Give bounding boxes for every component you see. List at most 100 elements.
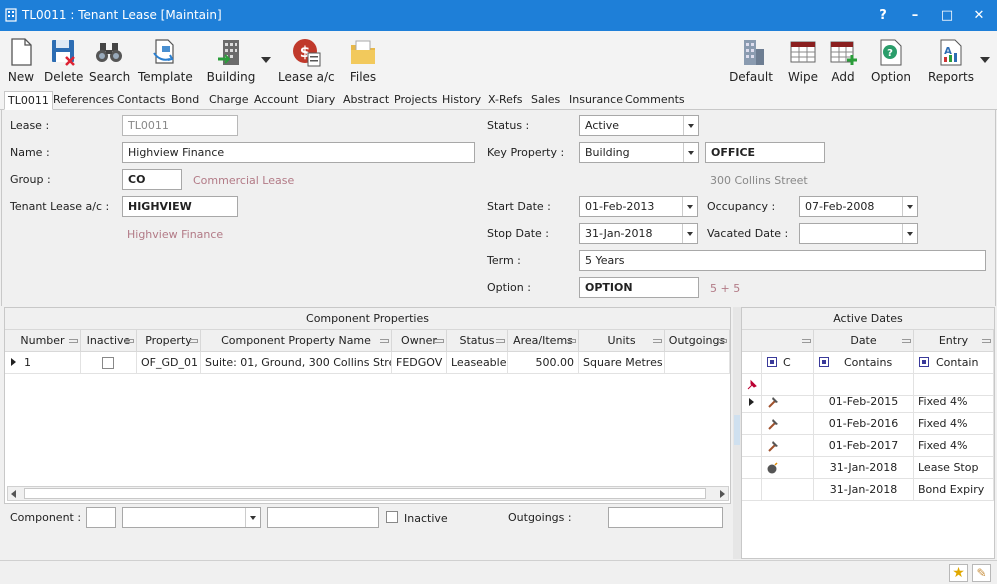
table-row[interactable]: 1 OF_GD_01 Suite: 01, Ground, 300 Collin… <box>5 352 730 374</box>
edit-icon[interactable]: ✎ <box>972 564 991 582</box>
filter-operator-icon[interactable] <box>819 357 829 367</box>
lease-field[interactable]: TL0011 <box>122 115 238 136</box>
panel-splitter[interactable] <box>733 307 741 559</box>
tab-bond[interactable]: Bond <box>168 91 202 110</box>
component-name-field[interactable] <box>267 507 379 528</box>
pin-icon[interactable] <box>496 339 505 343</box>
lease-ac-button[interactable]: $ Lease a/c <box>278 35 335 89</box>
maximize-button[interactable]: □ <box>932 0 962 31</box>
column-units[interactable]: Units <box>579 330 665 352</box>
tab-contacts[interactable]: Contacts <box>114 91 169 110</box>
list-item[interactable]: 01-Feb-2016 Fixed 4% <box>742 413 994 435</box>
status-select[interactable]: Active <box>579 115 699 136</box>
option-button[interactable]: ? Option <box>870 35 912 89</box>
tab-comments[interactable]: Comments <box>622 91 688 110</box>
pin-icon[interactable] <box>982 339 991 343</box>
stop-date-picker[interactable]: 31-Jan-2018 <box>579 223 698 244</box>
column-component-property-name[interactable]: Component Property Name <box>201 330 392 352</box>
vacated-date-picker[interactable] <box>799 223 918 244</box>
delete-button[interactable]: Delete <box>44 35 83 89</box>
chevron-down-icon[interactable] <box>682 197 697 216</box>
reports-dropdown-caret-icon[interactable] <box>980 57 990 63</box>
list-item[interactable]: 31-Jan-2018 Lease Stop <box>742 457 994 479</box>
tab-charge[interactable]: Charge <box>206 91 251 110</box>
tab-insurance[interactable]: Insurance <box>566 91 626 110</box>
tab-sales[interactable]: Sales <box>528 91 563 110</box>
pin-icon[interactable] <box>69 339 78 343</box>
component-number-field[interactable] <box>86 507 116 528</box>
group-description[interactable]: Commercial Lease <box>193 174 294 187</box>
tab-x-refs[interactable]: X-Refs <box>485 91 525 110</box>
tab-account[interactable]: Account <box>251 91 301 110</box>
building-dropdown-caret-icon[interactable] <box>261 57 271 63</box>
group-field[interactable]: CO <box>122 169 182 190</box>
favorite-star-icon[interactable]: ★ <box>949 564 968 582</box>
wipe-button[interactable]: Wipe <box>785 35 821 89</box>
component-select[interactable] <box>122 507 261 528</box>
help-button[interactable]: ? <box>868 0 898 31</box>
column-area-items[interactable]: Area/Items <box>508 330 579 352</box>
pin-icon[interactable] <box>380 339 389 343</box>
search-button[interactable]: Search <box>89 35 130 89</box>
pin-icon[interactable] <box>802 339 811 343</box>
key-property-code-field[interactable]: OFFICE <box>705 142 825 163</box>
filter-operator-icon[interactable] <box>767 357 777 367</box>
column-owner[interactable]: Owner <box>392 330 447 352</box>
column-property[interactable]: Property <box>137 330 201 352</box>
column-inactive[interactable]: Inactive <box>81 330 137 352</box>
chevron-down-icon[interactable] <box>683 143 698 162</box>
start-date-picker[interactable]: 01-Feb-2013 <box>579 196 698 217</box>
component-inactive-checkbox[interactable] <box>386 511 398 523</box>
term-field[interactable]: 5 Years <box>579 250 986 271</box>
chevron-down-icon[interactable] <box>682 224 697 243</box>
chevron-down-icon[interactable] <box>683 116 698 135</box>
tab-abstract[interactable]: Abstract <box>340 91 392 110</box>
template-button[interactable]: Template <box>138 35 193 89</box>
pin-icon[interactable] <box>125 339 134 343</box>
filter-operator-icon[interactable] <box>919 357 929 367</box>
building-button[interactable]: Building <box>205 35 257 89</box>
horizontal-scrollbar[interactable] <box>7 486 729 501</box>
column-number[interactable]: Number <box>5 330 81 352</box>
files-button[interactable]: Files <box>345 35 381 89</box>
default-button[interactable]: Default <box>728 35 774 89</box>
filter-cell-icon[interactable]: C <box>762 352 814 374</box>
tenant-lease-field[interactable]: HIGHVIEW <box>122 196 238 217</box>
scroll-right-icon[interactable] <box>720 490 725 498</box>
filter-cell-date[interactable]: Contains <box>814 352 914 374</box>
reports-button[interactable]: A Reports <box>926 35 976 89</box>
list-item[interactable]: 01-Feb-2017 Fixed 4% <box>742 435 994 457</box>
chevron-down-icon[interactable] <box>245 508 260 527</box>
tenant-description[interactable]: Highview Finance <box>127 228 223 241</box>
option-description[interactable]: 5 + 5 <box>710 282 740 295</box>
tab-tl0011[interactable]: TL0011 <box>4 91 53 110</box>
new-button[interactable]: New <box>4 35 38 89</box>
pin-icon[interactable] <box>718 339 727 343</box>
column-entry[interactable]: Entry <box>914 330 994 352</box>
scrollbar-thumb[interactable] <box>24 488 706 499</box>
name-field[interactable]: Highview Finance <box>122 142 475 163</box>
pin-icon[interactable] <box>567 339 576 343</box>
tab-history[interactable]: History <box>439 91 484 110</box>
scroll-left-icon[interactable] <box>11 490 16 498</box>
list-item[interactable]: 01-Feb-2015 Fixed 4% <box>742 391 994 413</box>
option-field[interactable]: OPTION <box>579 277 699 298</box>
list-item[interactable]: 31-Jan-2018 Bond Expiry <box>742 479 994 501</box>
tab-references[interactable]: References <box>50 91 117 110</box>
pin-icon[interactable] <box>902 339 911 343</box>
inactive-checkbox[interactable] <box>102 357 114 369</box>
pin-icon[interactable] <box>189 339 198 343</box>
occupancy-date-picker[interactable]: 07-Feb-2008 <box>799 196 918 217</box>
close-button[interactable]: ✕ <box>964 0 994 31</box>
chevron-down-icon[interactable] <box>902 224 917 243</box>
chevron-down-icon[interactable] <box>902 197 917 216</box>
minimize-button[interactable]: – <box>900 0 930 31</box>
add-button[interactable]: Add <box>826 35 860 89</box>
column-outgoings[interactable]: Outgoings <box>665 330 730 352</box>
key-property-type-select[interactable]: Building <box>579 142 699 163</box>
outgoings-field[interactable] <box>608 507 723 528</box>
pin-icon[interactable] <box>435 339 444 343</box>
pin-icon[interactable] <box>653 339 662 343</box>
splitter-handle[interactable] <box>734 415 740 445</box>
tab-projects[interactable]: Projects <box>391 91 440 110</box>
